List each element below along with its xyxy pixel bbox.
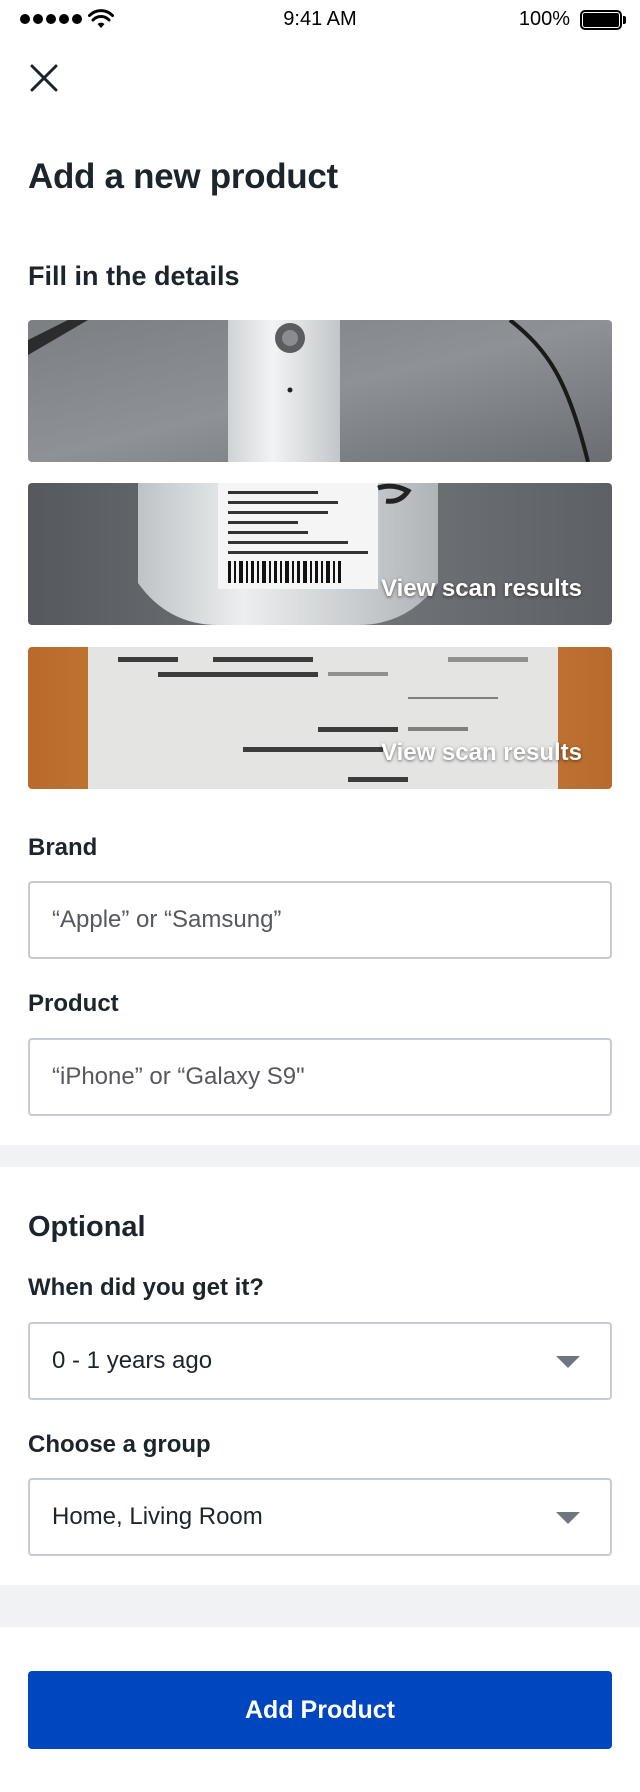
when-select[interactable]: 0 - 1 years ago bbox=[28, 1322, 612, 1400]
group-label: Choose a group bbox=[28, 1431, 211, 1458]
view-scan-results-link[interactable]: View scan results bbox=[381, 575, 582, 603]
chevron-down-icon bbox=[556, 1512, 580, 1524]
view-scan-results-link[interactable]: View scan results bbox=[381, 739, 582, 767]
optional-section-title: Optional bbox=[28, 1211, 146, 1243]
when-select-value: 0 - 1 years ago bbox=[52, 1347, 213, 1374]
when-label: When did you get it? bbox=[28, 1274, 264, 1301]
group-select[interactable]: Home, Living Room bbox=[28, 1478, 612, 1556]
battery-percent: 100% bbox=[518, 8, 570, 30]
product-photo-3[interactable]: View scan results bbox=[28, 647, 612, 789]
group-select-value: Home, Living Room bbox=[52, 1503, 263, 1530]
chevron-down-icon bbox=[556, 1356, 580, 1368]
product-label: Product bbox=[28, 990, 119, 1017]
brand-label: Brand bbox=[28, 834, 98, 861]
status-bar: 9:41 AM 100% bbox=[0, 0, 640, 40]
brand-input[interactable]: “Apple” or “Samsung” bbox=[28, 881, 612, 959]
camera-photo-image bbox=[28, 320, 612, 462]
section-divider bbox=[0, 1145, 640, 1167]
product-input[interactable]: “iPhone” or “Galaxy S9" bbox=[28, 1038, 612, 1116]
close-icon bbox=[30, 64, 58, 92]
product-photo-1[interactable] bbox=[28, 320, 612, 462]
label-photo-image bbox=[28, 483, 612, 625]
add-product-button[interactable]: Add Product bbox=[28, 1671, 612, 1749]
receipt-photo-image bbox=[28, 647, 612, 789]
close-button[interactable] bbox=[24, 58, 64, 98]
details-subtitle: Fill in the details bbox=[28, 261, 240, 291]
section-divider bbox=[0, 1585, 640, 1627]
page-title: Add a new product bbox=[28, 157, 338, 196]
battery-icon bbox=[580, 10, 626, 30]
product-photo-2[interactable]: View scan results bbox=[28, 483, 612, 625]
